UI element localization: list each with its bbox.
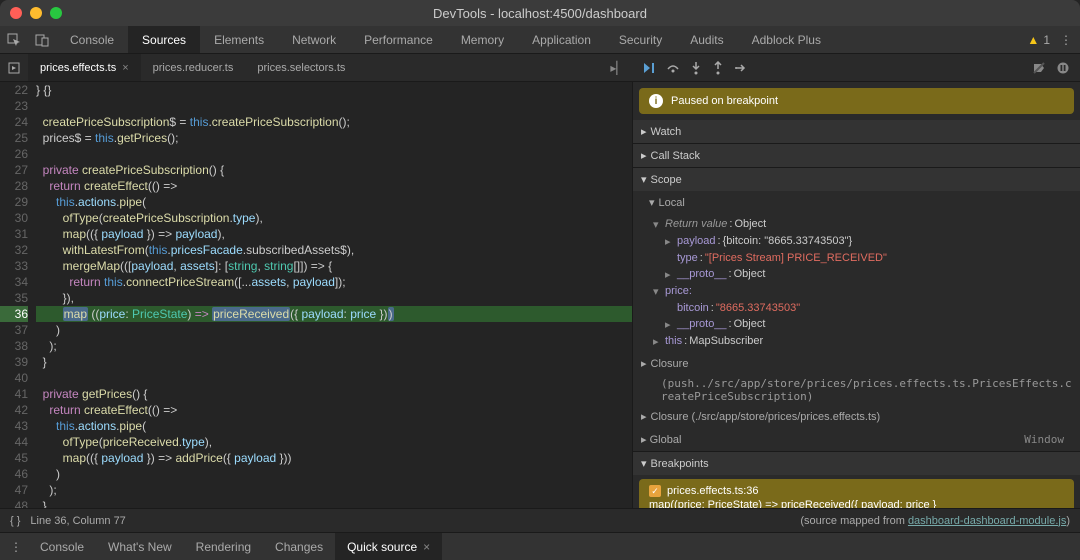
warning-icon: ▲	[1027, 33, 1039, 47]
chevron-right-icon: ▸	[641, 357, 647, 370]
status-bar: { } Line 36, Column 77 (source mapped fr…	[0, 508, 1080, 532]
code-area[interactable]: } {} createPriceSubscription$ = this.cre…	[36, 82, 632, 508]
chevron-right-icon: ▸	[641, 125, 647, 138]
code-editor[interactable]: 2223242526272829303132333435363738394041…	[0, 82, 632, 508]
scope-row[interactable]: ▸payload: {bitcoin: "8665.33743503"}	[633, 233, 1080, 250]
debugger-controls	[632, 54, 1080, 82]
inspect-icon[interactable]	[0, 26, 28, 53]
scope-row[interactable]: type: "[Prices Stream] PRICE_RECEIVED"	[633, 250, 1080, 266]
scope-row[interactable]: ▸__proto__: Object	[633, 316, 1080, 333]
tab-console[interactable]: Console	[56, 26, 128, 53]
resume-button[interactable]	[642, 61, 656, 75]
chevron-down-icon: ▾	[641, 173, 647, 186]
line-gutter[interactable]: 2223242526272829303132333435363738394041…	[0, 82, 36, 508]
tab-adblock[interactable]: Adblock Plus	[738, 26, 835, 53]
window-title: DevTools - localhost:4500/dashboard	[0, 6, 1080, 21]
drawer-tab-rendering[interactable]: Rendering	[184, 533, 263, 560]
warning-indicator[interactable]: ▲1	[1027, 33, 1050, 47]
file-tab-label: prices.reducer.ts	[153, 62, 234, 74]
window-titlebar: DevTools - localhost:4500/dashboard	[0, 0, 1080, 26]
scope-global[interactable]: ▸ GlobalWindow	[633, 428, 1080, 451]
closure-detail: (push../src/app/store/prices/prices.effe…	[633, 375, 1080, 405]
section-scope[interactable]: ▾Scope	[633, 168, 1080, 191]
step-button[interactable]	[734, 61, 748, 75]
section-breakpoints[interactable]: ▾Breakpoints	[633, 452, 1080, 475]
file-tab[interactable]: prices.reducer.ts	[141, 54, 246, 81]
file-tab-active[interactable]: prices.effects.ts ×	[28, 54, 141, 81]
pause-banner: i Paused on breakpoint	[639, 88, 1074, 114]
tab-elements[interactable]: Elements	[200, 26, 278, 53]
scope-row[interactable]: bitcoin: "8665.33743503"	[633, 300, 1080, 316]
file-tab[interactable]: prices.selectors.ts	[245, 54, 357, 81]
scope-row[interactable]: ▸__proto__: Object	[633, 266, 1080, 283]
scope-local[interactable]: ▾Local	[633, 191, 1080, 214]
section-watch[interactable]: ▸Watch	[633, 120, 1080, 143]
scope-closure2[interactable]: ▸Closure (./src/app/store/prices/prices.…	[633, 405, 1080, 428]
cursor-position: Line 36, Column 77	[30, 515, 125, 527]
source-map-link[interactable]: dashboard-dashboard-module.js	[908, 515, 1066, 527]
scope-row[interactable]: ▾price:	[633, 283, 1080, 300]
scope-row[interactable]: ▸this: MapSubscriber	[633, 333, 1080, 350]
step-into-button[interactable]	[690, 61, 702, 75]
close-tab-icon[interactable]: ×	[423, 540, 430, 554]
more-icon[interactable]: ⋮	[1060, 33, 1070, 47]
drawer-menu-icon[interactable]: ⋮	[10, 540, 22, 554]
file-tab-bar: prices.effects.ts × prices.reducer.ts pri…	[0, 54, 632, 82]
scope-closure[interactable]: ▸Closure	[633, 352, 1080, 375]
navigator-toggle-icon[interactable]	[0, 62, 28, 74]
drawer-tab-whatsnew[interactable]: What's New	[96, 533, 184, 560]
step-out-button[interactable]	[712, 61, 724, 75]
tab-performance[interactable]: Performance	[350, 26, 447, 53]
pause-exceptions-button[interactable]	[1056, 61, 1070, 75]
drawer-tab-changes[interactable]: Changes	[263, 533, 335, 560]
info-icon: i	[649, 94, 663, 108]
scope-row[interactable]: ▾Return value: Object	[633, 216, 1080, 233]
device-toggle-icon[interactable]	[28, 26, 56, 53]
source-map-info: (source mapped from dashboard-dashboard-…	[800, 515, 1070, 527]
chevron-right-icon: ▸	[641, 434, 647, 446]
tab-memory[interactable]: Memory	[447, 26, 518, 53]
breakpoint-item[interactable]: ✓ prices.effects.ts:36 map((price: PriceS…	[639, 479, 1074, 508]
breakpoint-checkbox[interactable]: ✓	[649, 485, 661, 497]
chevron-down-icon: ▾	[641, 457, 647, 470]
chevron-right-icon: ▸	[641, 410, 647, 423]
pause-message: Paused on breakpoint	[671, 95, 778, 107]
step-over-button[interactable]	[666, 61, 680, 75]
main-pane: 2223242526272829303132333435363738394041…	[0, 82, 1080, 508]
drawer-tabs: ⋮ Console What's New Rendering Changes Q…	[0, 532, 1080, 560]
tab-network[interactable]: Network	[278, 26, 350, 53]
breakpoint-text: map((price: PriceState) => priceReceived…	[649, 499, 1064, 508]
close-tab-icon[interactable]: ×	[122, 62, 128, 74]
format-icon[interactable]: { }	[10, 515, 20, 527]
tab-security[interactable]: Security	[605, 26, 676, 53]
drawer-tab-quicksource[interactable]: Quick source×	[335, 533, 442, 560]
drawer-tab-console[interactable]: Console	[28, 533, 96, 560]
tab-application[interactable]: Application	[518, 26, 605, 53]
tab-sources[interactable]: Sources	[128, 26, 200, 53]
chevron-right-icon: ▸	[641, 149, 647, 162]
debugger-panel: i Paused on breakpoint ▸Watch ▸Call Stac…	[632, 82, 1080, 508]
breakpoint-location: prices.effects.ts:36	[667, 485, 759, 497]
tab-audits[interactable]: Audits	[676, 26, 737, 53]
section-callstack[interactable]: ▸Call Stack	[633, 144, 1080, 167]
deactivate-breakpoints-button[interactable]	[1032, 61, 1046, 75]
devtools-tabs: Console Sources Elements Network Perform…	[0, 26, 1080, 54]
overflow-icon[interactable]: ▸▏	[604, 61, 632, 75]
file-tab-label: prices.effects.ts	[40, 62, 116, 74]
warning-count: 1	[1043, 33, 1050, 47]
chevron-down-icon: ▾	[649, 196, 655, 209]
file-tab-label: prices.selectors.ts	[257, 62, 345, 74]
